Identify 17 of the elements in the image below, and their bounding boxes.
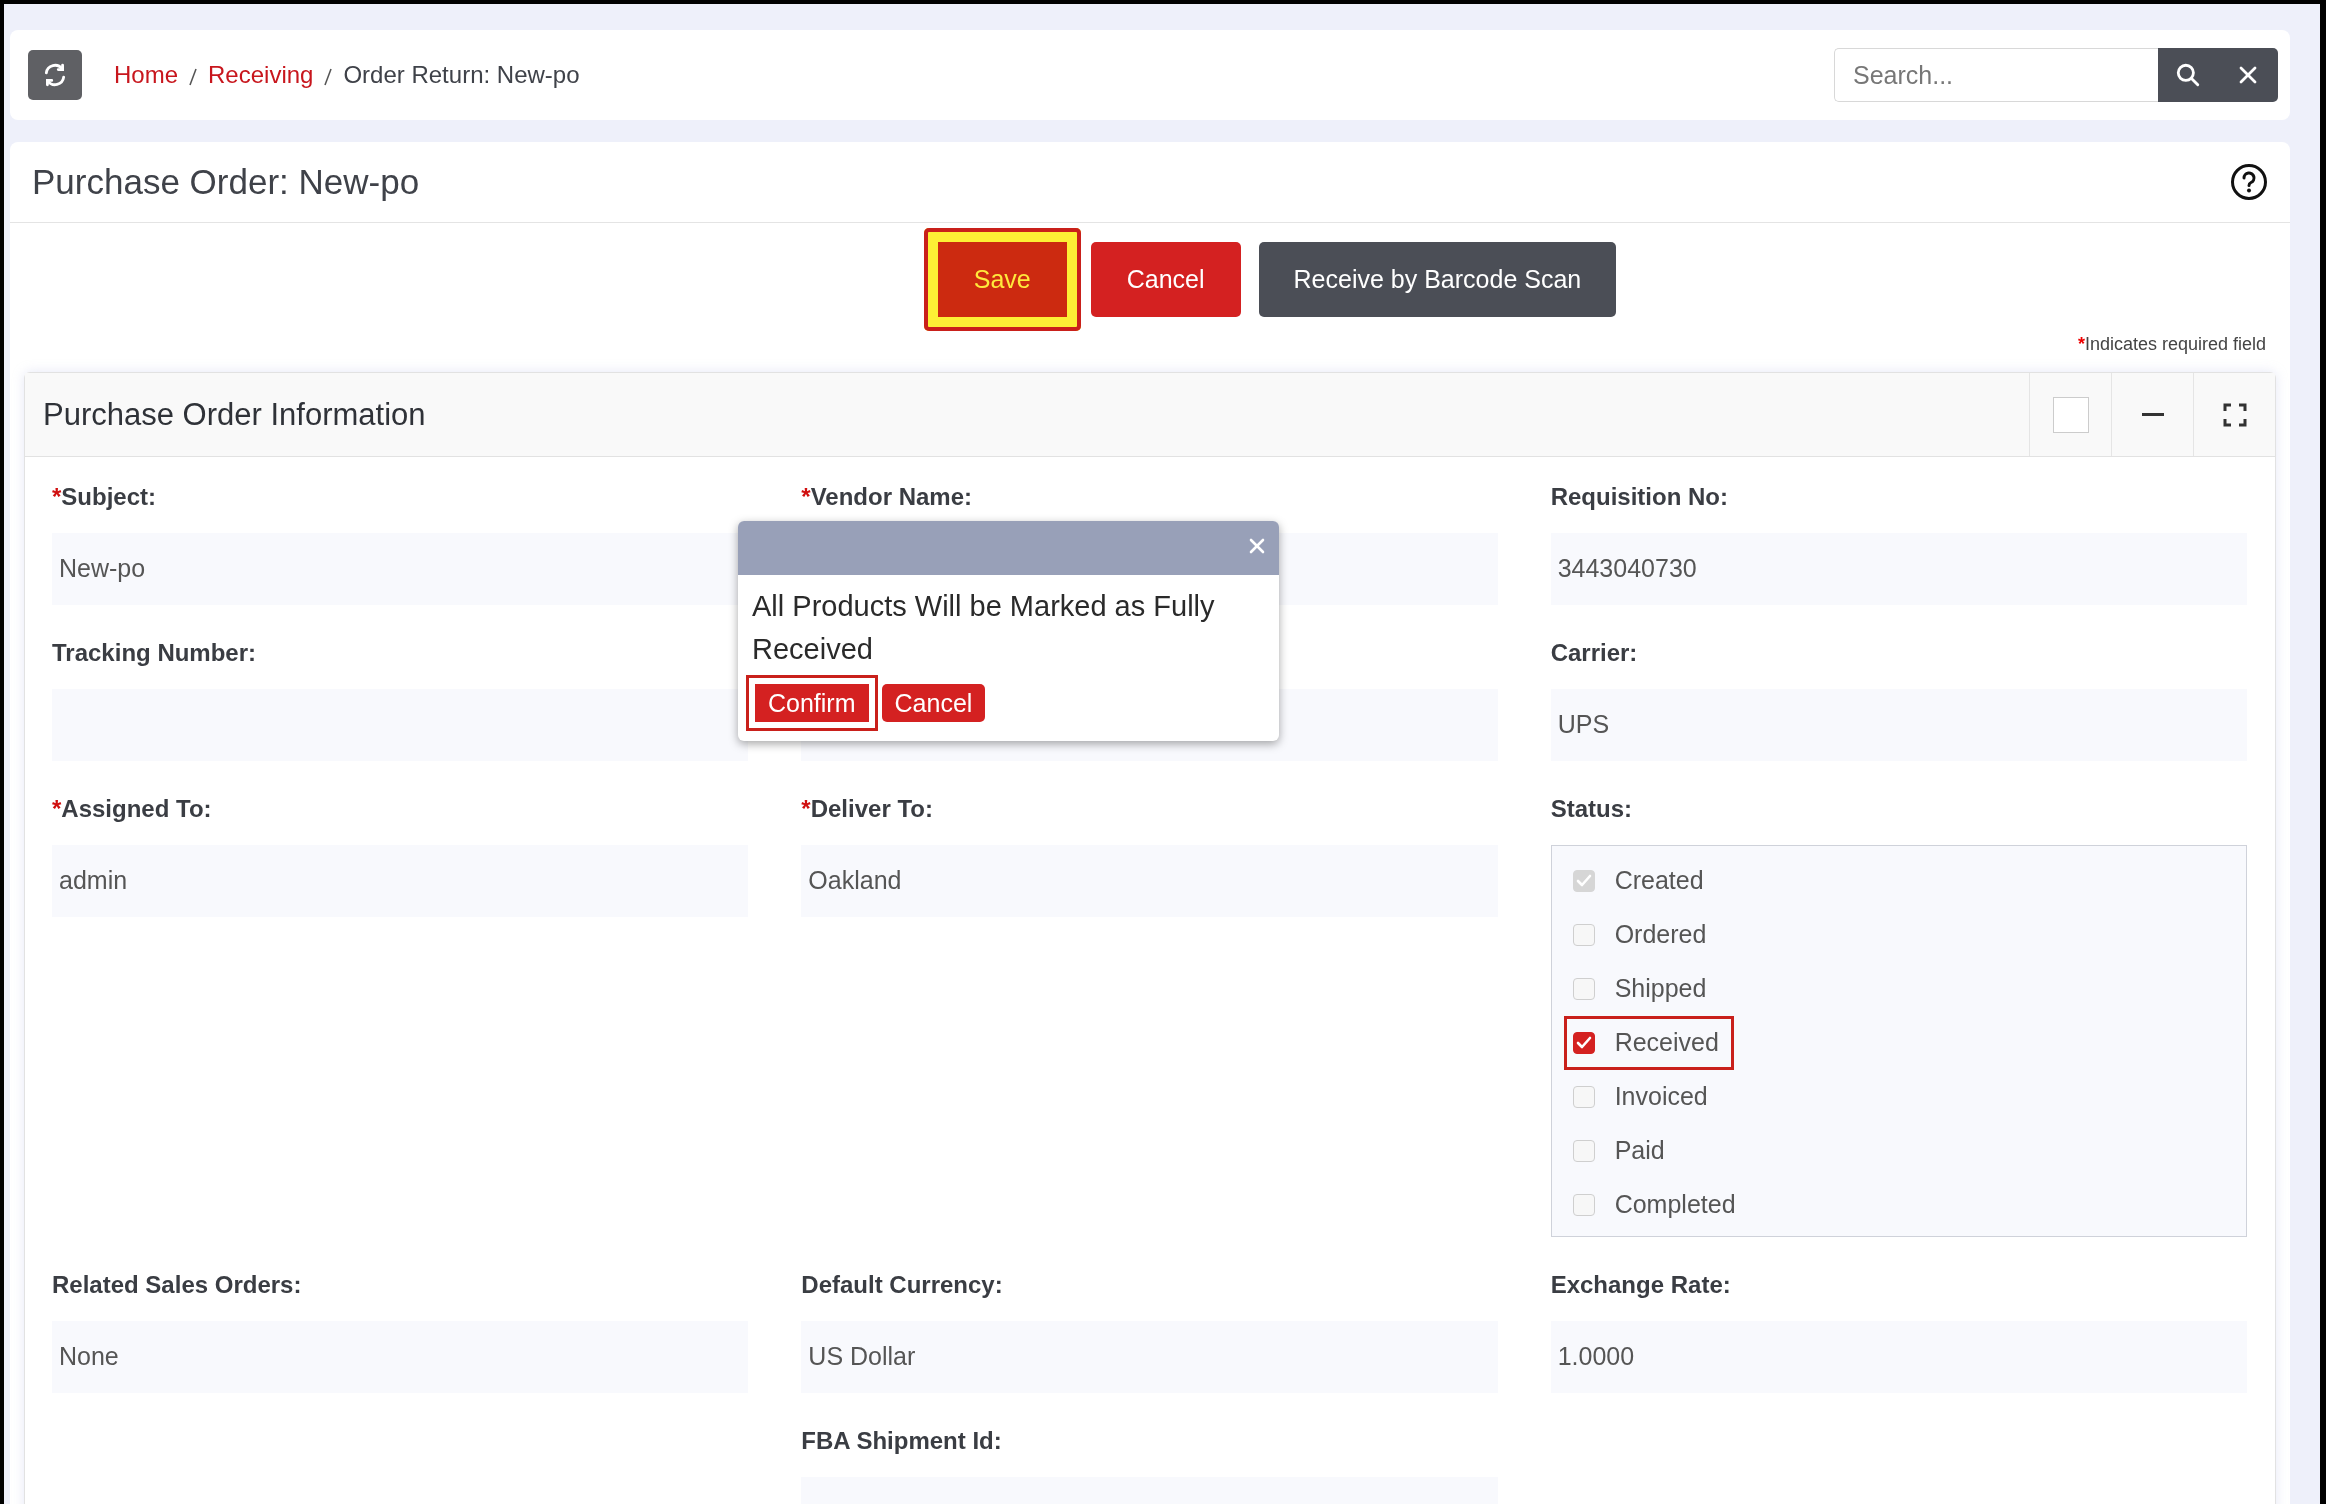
field-label: Default Currency: (801, 1271, 1003, 1298)
panel-title: Purchase Order Information (43, 395, 426, 434)
field-label: Tracking Number: (52, 639, 257, 666)
field-label: Exchange Rate: (1550, 1271, 1731, 1298)
field-label: Status: (1550, 795, 1632, 822)
page-title: Purchase Order: New-po (32, 161, 420, 203)
breadcrumb-current: Order Return: New-po (343, 60, 580, 90)
field-label: *Deliver To: (801, 795, 933, 822)
field-label: Carrier: (1550, 639, 1638, 666)
field-label: *Subject: (52, 483, 157, 510)
field-label: *Assigned To: (52, 795, 212, 822)
required-field-note: *Indicates required field (2077, 333, 2267, 356)
dialog-message: All Products Will be Marked as Fully Received (751, 589, 1216, 667)
field-label: FBA Shipment Id: (801, 1427, 1002, 1454)
field-label: Requisition No: (1550, 483, 1728, 510)
field-label: *Vendor Name: (801, 483, 973, 510)
field-label: Related Sales Orders: (52, 1271, 302, 1298)
